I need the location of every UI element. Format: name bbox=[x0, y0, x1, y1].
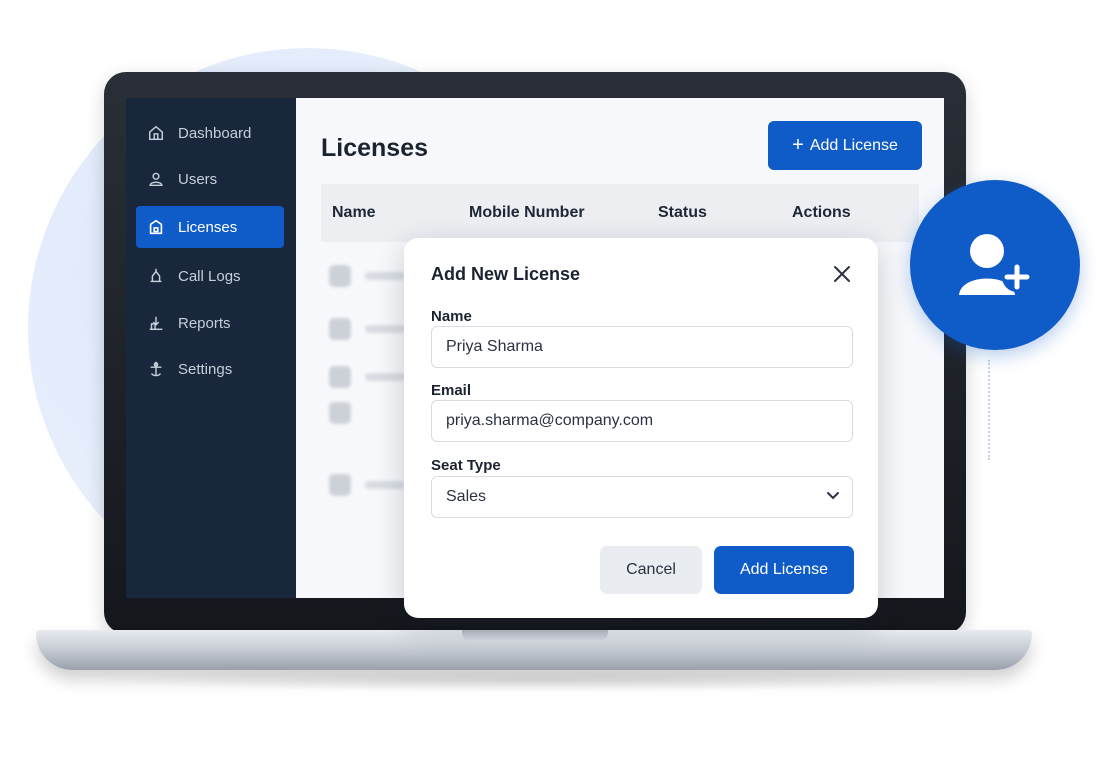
license-icon bbox=[146, 217, 166, 237]
sidebar-item-label: Dashboard bbox=[178, 124, 252, 142]
column-header-name[interactable]: Name bbox=[332, 204, 376, 222]
sidebar: Dashboard Users Licenses Call Logs Repor… bbox=[126, 98, 296, 598]
name-label: Name bbox=[431, 308, 472, 325]
name-field[interactable] bbox=[431, 326, 853, 368]
column-header-status[interactable]: Status bbox=[658, 204, 707, 222]
table-header: Name Mobile Number Status Actions bbox=[321, 184, 919, 242]
decorative-dotted-line bbox=[988, 360, 990, 460]
seat-type-label: Seat Type bbox=[431, 457, 501, 474]
row-avatar-icon bbox=[329, 366, 351, 388]
column-header-mobile-number[interactable]: Mobile Number bbox=[469, 204, 585, 222]
sidebar-item-label: Reports bbox=[178, 314, 231, 332]
laptop-shadow bbox=[90, 668, 980, 692]
add-license-button-label: Add License bbox=[809, 136, 898, 154]
email-field[interactable] bbox=[431, 400, 853, 442]
sidebar-item-reports[interactable]: Reports bbox=[136, 302, 284, 344]
chevron-down-icon bbox=[826, 488, 840, 506]
row-avatar-icon bbox=[329, 474, 351, 496]
add-user-icon bbox=[959, 234, 1032, 295]
sidebar-item-label: Users bbox=[178, 170, 218, 188]
row-avatar-icon bbox=[329, 402, 351, 424]
plus-icon: + bbox=[792, 134, 804, 156]
reports-icon bbox=[146, 313, 166, 333]
home-icon bbox=[146, 123, 166, 143]
add-license-dialog: Add New License Name Email Seat Type Sal… bbox=[404, 238, 878, 618]
laptop-notch bbox=[462, 630, 608, 642]
page-title: Licenses bbox=[321, 134, 429, 162]
sidebar-item-label: Call Logs bbox=[178, 267, 241, 285]
seat-type-value: Sales bbox=[446, 488, 487, 505]
sidebar-item-licenses[interactable]: Licenses bbox=[136, 206, 284, 248]
sidebar-item-label: Settings bbox=[178, 360, 233, 378]
sidebar-item-settings[interactable]: Settings bbox=[136, 348, 284, 390]
call-log-icon bbox=[146, 266, 166, 286]
row-avatar-icon bbox=[329, 265, 351, 287]
sidebar-item-call-logs[interactable]: Call Logs bbox=[136, 255, 284, 297]
cancel-button[interactable]: Cancel bbox=[600, 546, 702, 594]
add-license-button[interactable]: + Add License bbox=[768, 121, 922, 170]
sidebar-item-dashboard[interactable]: Dashboard bbox=[136, 112, 284, 154]
row-avatar-icon bbox=[329, 318, 351, 340]
email-label: Email bbox=[431, 382, 472, 399]
seat-type-select[interactable]: Sales bbox=[431, 476, 853, 518]
close-icon[interactable] bbox=[830, 262, 854, 286]
dialog-title: Add New License bbox=[431, 264, 581, 284]
sidebar-item-label: Licenses bbox=[178, 218, 238, 236]
add-license-submit-button[interactable]: Add License bbox=[714, 546, 854, 594]
sidebar-item-users[interactable]: Users bbox=[136, 158, 284, 200]
column-header-actions[interactable]: Actions bbox=[792, 204, 851, 222]
users-icon bbox=[146, 169, 166, 189]
settings-icon bbox=[146, 359, 166, 379]
add-user-badge bbox=[910, 180, 1080, 350]
